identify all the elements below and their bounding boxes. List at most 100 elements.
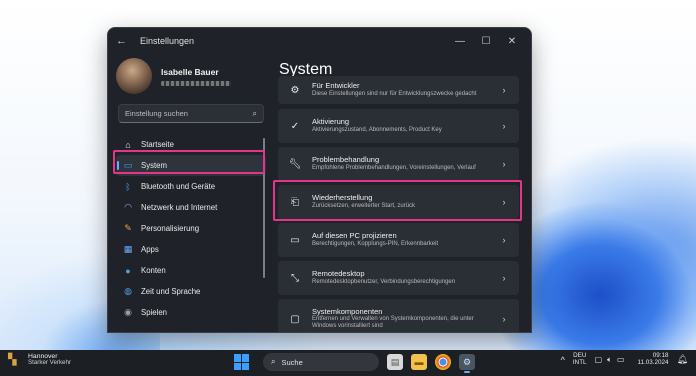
- user-profile[interactable]: Isabelle Bauer: [116, 58, 231, 94]
- chevron-right-icon: ›: [502, 314, 506, 324]
- card-subtitle: Aktivierungszustand, Abonnements, Produc…: [312, 126, 442, 133]
- sidebar-item-system[interactable]: ▭ System: [116, 155, 266, 176]
- folder-icon[interactable]: ▬: [411, 354, 427, 370]
- bluetooth-icon: ᛒ: [125, 181, 131, 192]
- chevron-right-icon: ›: [502, 121, 506, 131]
- taskbar-search[interactable]: ⌕ Suche: [263, 353, 379, 371]
- chevron-right-icon: ›: [502, 273, 506, 283]
- sidebar-item-label: Netzwerk und Internet: [141, 203, 218, 212]
- check-circle-icon: ✓: [290, 120, 300, 132]
- back-button[interactable]: ←: [116, 35, 130, 47]
- chevron-right-icon: ›: [502, 235, 506, 245]
- card-remote-desktop[interactable]: ⤡ Remotedesktop Remotedesktopbenutzer, V…: [278, 261, 519, 295]
- sidebar-item-label: Startseite: [141, 140, 174, 149]
- search-placeholder: Einstellung suchen: [125, 109, 188, 118]
- card-system-components[interactable]: ▢ Systemkomponenten Entfernen und Verwal…: [278, 299, 519, 332]
- card-developer[interactable]: ⚙ Für Entwickler Diese Einstellungen sin…: [278, 76, 519, 104]
- card-title: Remotedesktop: [312, 269, 365, 279]
- chevron-right-icon: ›: [502, 159, 506, 169]
- arrow-left-icon: ←: [116, 35, 127, 47]
- chrome-icon[interactable]: [435, 354, 451, 370]
- minimize-icon: —: [455, 35, 465, 47]
- sidebar-item-startseite[interactable]: ⌂ Startseite: [116, 134, 266, 155]
- window-controls: — ☐ ✕: [447, 28, 525, 54]
- taskbar: ▚ Hannover Starker Verkehr ⌕ Suche ▤ ▬ ⚙…: [0, 350, 696, 376]
- wifi-icon: ◠: [124, 202, 132, 212]
- sidebar-nav: ⌂ Startseite ▭ System ᛒ Bluetooth und Ge…: [116, 134, 266, 323]
- settings-search-input[interactable]: Einstellung suchen ⌕: [118, 104, 264, 123]
- sidebar-item-label: Konten: [141, 266, 166, 275]
- monitor-icon: ▭: [123, 160, 133, 170]
- recovery-icon: ⎗: [291, 196, 299, 208]
- notification-bell-icon[interactable]: 🔔︎: [677, 354, 688, 365]
- traffic-icon: ▚: [8, 354, 17, 366]
- card-title: Für Entwickler: [312, 81, 360, 91]
- sidebar-item-bluetooth[interactable]: ᛒ Bluetooth und Geräte: [116, 176, 266, 197]
- taskbar-search-label: Suche: [281, 357, 303, 367]
- developer-icon: ⚙: [290, 84, 300, 96]
- card-subtitle: Berechtigungen, Kopplungs-PIN, Erkennbar…: [312, 240, 439, 247]
- card-title: Aktivierung: [312, 117, 350, 127]
- volume-icon[interactable]: 🔈︎: [607, 355, 612, 365]
- weather-widget[interactable]: ▚ Hannover Starker Verkehr: [8, 353, 71, 367]
- title-bar: ← Einstellungen — ☐ ✕: [108, 28, 531, 54]
- card-title: Wiederherstellung: [312, 193, 373, 203]
- card-recovery[interactable]: ⎗ Wiederherstellung Zurücksetzen, erweit…: [278, 185, 519, 219]
- card-title: Auf diesen PC projizieren: [312, 231, 397, 241]
- sidebar-item-label: Personalisierung: [141, 224, 200, 233]
- sidebar-item-label: Spielen: [141, 308, 168, 317]
- settings-window: ← Einstellungen — ☐ ✕ Isabelle Bauer Ein…: [107, 27, 532, 333]
- avatar: [116, 58, 152, 94]
- clock-date: 11.03.2024: [637, 358, 669, 366]
- keyboard-layout: INTL: [572, 358, 587, 366]
- start-button[interactable]: [233, 353, 251, 371]
- clock[interactable]: 09:18 11.03.2024: [637, 352, 669, 367]
- apps-icon: ▦: [123, 244, 133, 254]
- card-title: Systemkomponenten: [312, 306, 383, 316]
- card-subtitle: Remotedesktopbenutzer, Verbindungsberech…: [312, 278, 456, 285]
- sidebar-scrollbar[interactable]: [263, 138, 265, 278]
- windows-logo-icon: [234, 354, 241, 362]
- card-activation[interactable]: ✓ Aktivierung Aktivierungszustand, Abonn…: [278, 109, 519, 143]
- maximize-button[interactable]: ☐: [473, 36, 499, 47]
- sidebar-item-apps[interactable]: ▦ Apps: [116, 239, 266, 260]
- card-project[interactable]: ▭ Auf diesen PC projizieren Berechtigung…: [278, 223, 519, 257]
- language-indicator[interactable]: DEU INTL: [573, 353, 587, 366]
- search-icon: ⌕: [252, 108, 257, 118]
- card-subtitle: Entfernen und Verwalten von Systemkompon…: [312, 316, 474, 330]
- sidebar-item-label: Bluetooth und Geräte: [141, 182, 216, 191]
- sidebar-item-time-language[interactable]: ◍ Zeit und Sprache: [116, 281, 266, 302]
- network-icon[interactable]: ▢: [595, 355, 603, 364]
- minimize-button[interactable]: —: [447, 36, 473, 47]
- settings-gear-icon[interactable]: ⚙: [459, 354, 475, 373]
- chevron-right-icon: ›: [502, 85, 506, 95]
- sidebar-item-accounts[interactable]: ● Konten: [116, 260, 266, 281]
- sidebar-item-personalization[interactable]: ✎ Personalisierung: [116, 218, 266, 239]
- card-troubleshoot[interactable]: 🔧︎ Problembehandlung Empfohlene Problemb…: [278, 147, 519, 181]
- card-subtitle: Zurücksetzen, erweiterter Start, zurück: [312, 202, 416, 209]
- chevron-right-icon: ›: [502, 197, 506, 207]
- person-icon: ●: [125, 265, 131, 276]
- sidebar-item-network[interactable]: ◠ Netzwerk und Internet: [116, 197, 266, 218]
- card-subtitle: Diese Einstellungen sind nur für Entwick…: [312, 90, 477, 97]
- project-icon: ▭: [290, 234, 300, 246]
- brush-icon: ✎: [124, 223, 132, 233]
- card-subtitle: Empfohlene Problembehandlungen, Voreinst…: [312, 164, 476, 171]
- sidebar-item-gaming[interactable]: ◉ Spielen: [116, 302, 266, 323]
- card-title: Problembehandlung: [312, 155, 380, 165]
- maximize-icon: ☐: [481, 35, 491, 47]
- close-button[interactable]: ✕: [499, 36, 525, 47]
- active-indicator: [117, 161, 119, 170]
- chevron-up-icon[interactable]: ^: [561, 355, 565, 365]
- file-icon[interactable]: ▤: [387, 354, 403, 370]
- battery-icon[interactable]: ▭: [617, 355, 625, 364]
- home-icon: ⌂: [125, 139, 131, 150]
- profile-email-redacted: [161, 80, 231, 86]
- gamepad-icon: ◉: [124, 307, 132, 317]
- sidebar-item-label: Apps: [141, 245, 159, 254]
- search-icon: ⌕: [271, 357, 276, 366]
- components-icon: ▢: [290, 313, 300, 325]
- widget-status: Starker Verkehr: [28, 359, 71, 367]
- profile-name: Isabelle Bauer: [161, 66, 219, 77]
- wrench-icon: 🔧︎: [288, 158, 302, 170]
